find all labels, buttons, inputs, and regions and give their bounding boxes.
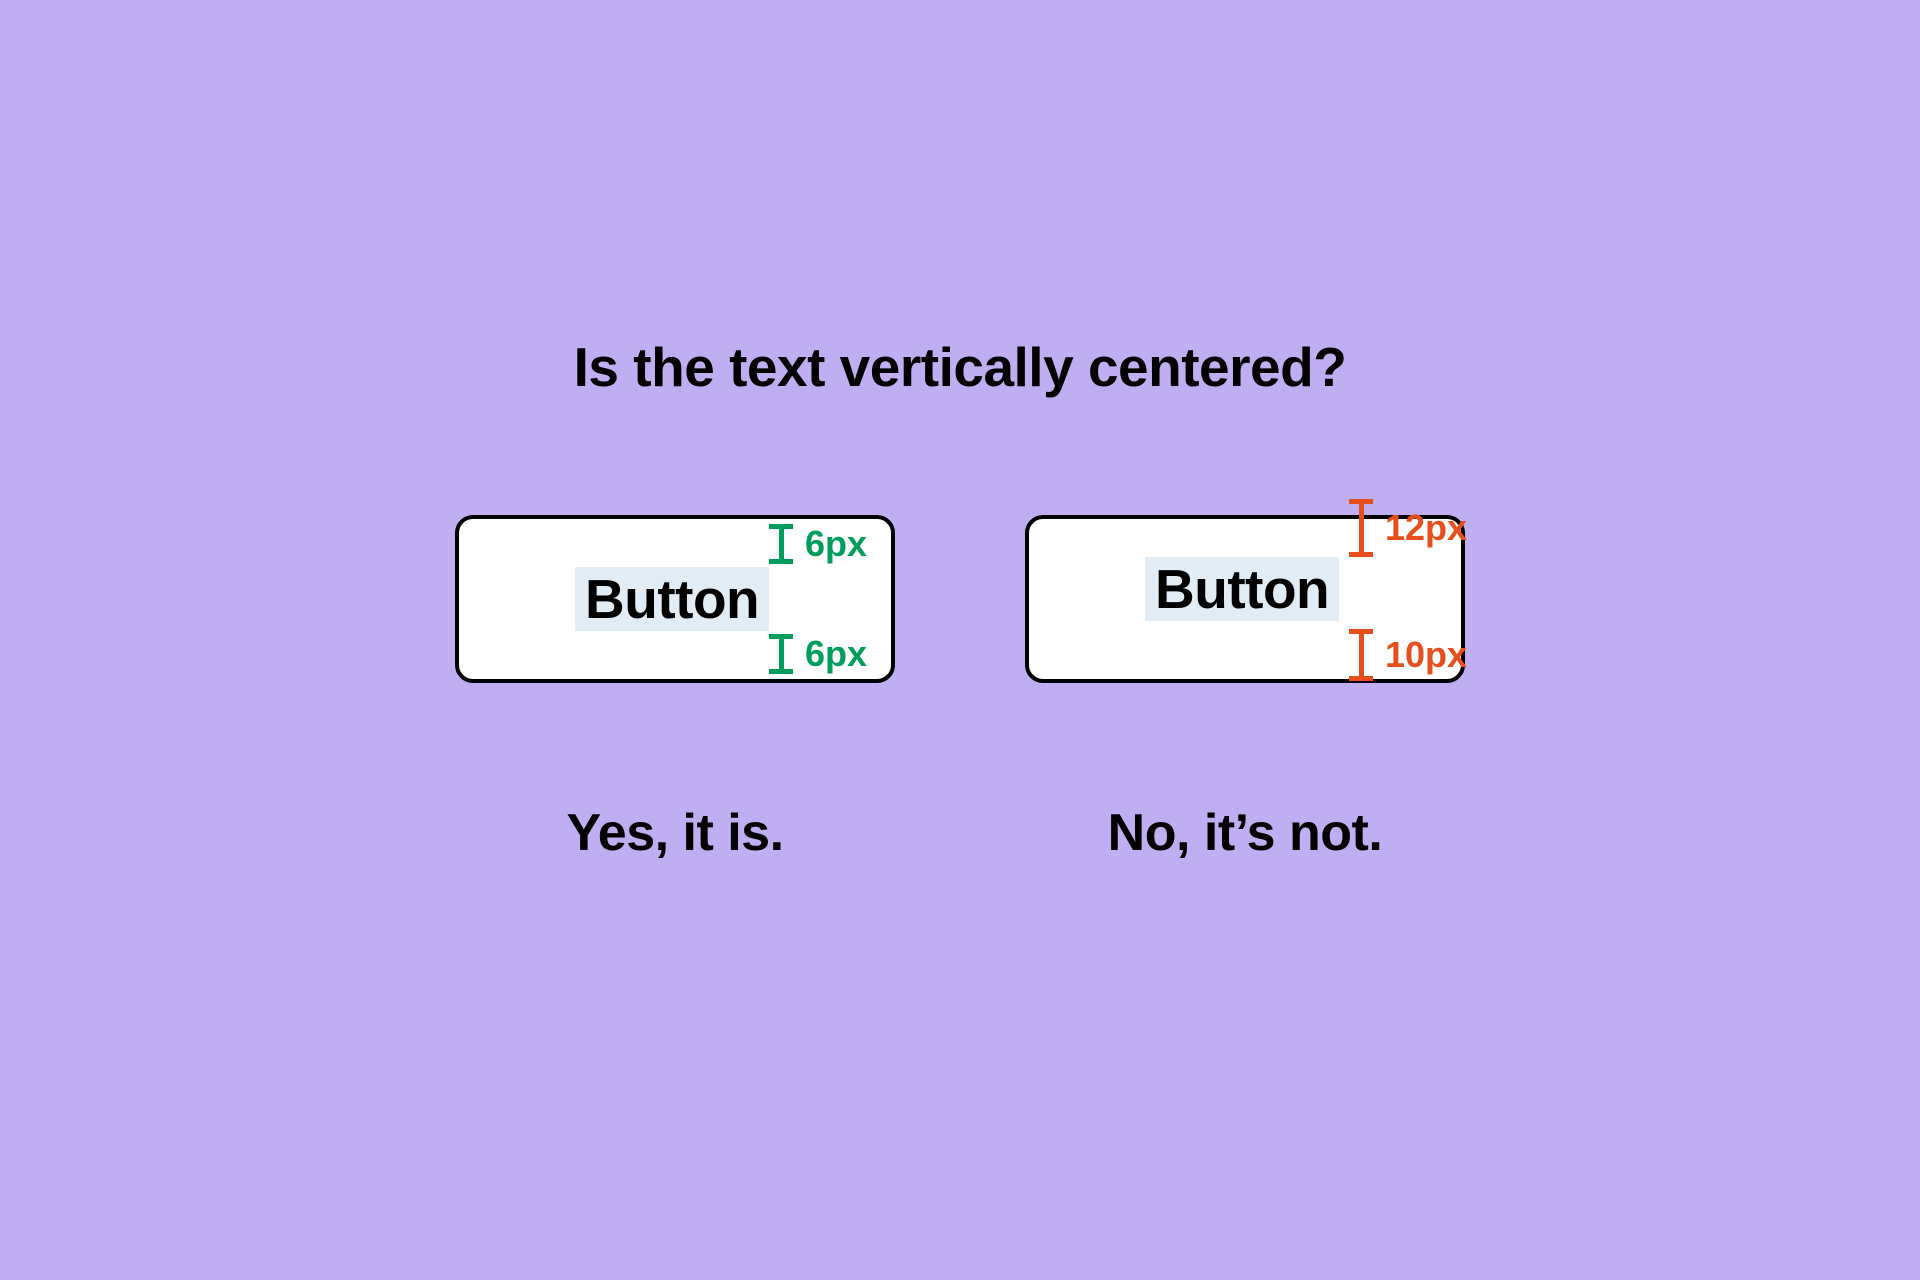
measure-value-bottom: 6px [805, 633, 867, 675]
measure-value-bottom: 10px [1385, 634, 1467, 676]
measure-bracket-icon [1349, 629, 1373, 681]
button-box-correct: Button 6px 6px [455, 515, 895, 683]
measurement-top: 12px [1349, 499, 1467, 557]
measurement-bottom: 10px [1349, 629, 1467, 681]
examples-row: Button 6px 6px [240, 515, 1680, 863]
measurement-top: 6px [769, 523, 867, 565]
button-label: Button [1155, 562, 1329, 617]
caption-incorrect: No, it’s not. [1108, 803, 1383, 863]
example-incorrect: Button 12px 10px [1025, 515, 1465, 863]
measure-bracket-icon [769, 524, 793, 564]
diagram-title: Is the text vertically centered? [240, 335, 1680, 399]
button-label: Button [585, 572, 759, 627]
caption-correct: Yes, it is. [566, 803, 783, 863]
button-box-incorrect: Button 12px 10px [1025, 515, 1465, 683]
diagram-canvas: Is the text vertically centered? Button … [240, 160, 1680, 1120]
button-label-highlight: Button [1145, 557, 1339, 621]
measure-value-top: 12px [1385, 507, 1467, 549]
measure-value-top: 6px [805, 523, 867, 565]
button-label-highlight: Button [575, 567, 769, 631]
example-correct: Button 6px 6px [455, 515, 895, 863]
measure-bracket-icon [769, 634, 793, 674]
measurement-bottom: 6px [769, 633, 867, 675]
measure-bracket-icon [1349, 499, 1373, 557]
